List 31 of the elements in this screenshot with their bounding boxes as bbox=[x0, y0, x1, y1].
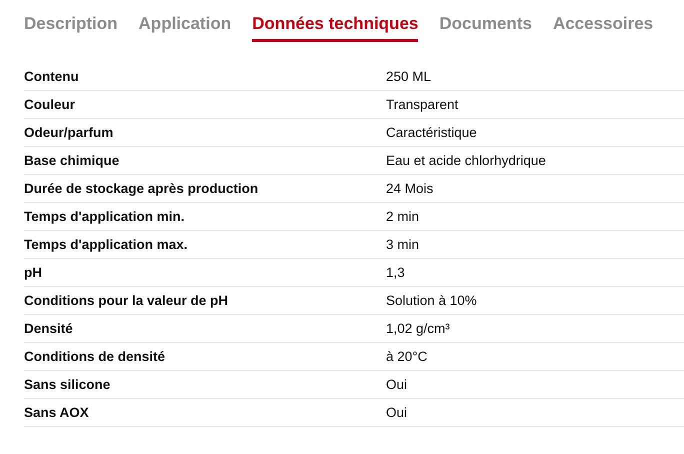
property-label: Temps d'application max. bbox=[24, 237, 188, 252]
property-value: 3 min bbox=[386, 237, 420, 252]
property-value: à 20°C bbox=[386, 349, 428, 364]
property-value: Transparent bbox=[386, 97, 458, 112]
property-value: Oui bbox=[386, 377, 408, 392]
tab[interactable]: Accessoires bbox=[552, 12, 654, 42]
property-value: Solution à 10% bbox=[386, 293, 477, 308]
property-label: Densité bbox=[24, 321, 74, 336]
property-label: Conditions pour la valeur de pH bbox=[24, 293, 230, 308]
tab[interactable]: Application bbox=[138, 12, 232, 42]
property-label: Base chimique bbox=[24, 153, 120, 168]
tab[interactable]: Documents bbox=[439, 12, 532, 42]
property-value: Eau et acide chlorhydrique bbox=[386, 153, 546, 168]
tab[interactable]: Données techniques bbox=[252, 12, 418, 42]
property-value: 1,02 g/cm³ bbox=[386, 321, 450, 336]
property-label: Sans AOX bbox=[24, 405, 90, 420]
property-label: Sans silicone bbox=[24, 377, 112, 392]
tab[interactable]: Description bbox=[24, 12, 118, 42]
property-value: 1,3 bbox=[386, 265, 405, 280]
property-label: Temps d'application min. bbox=[24, 209, 186, 224]
property-value: 2 min bbox=[386, 209, 420, 224]
property-label: Couleur bbox=[24, 97, 76, 112]
property-label: Odeur/parfum bbox=[24, 125, 114, 140]
property-label: Conditions de densité bbox=[24, 349, 166, 364]
property-value: Caractéristique bbox=[386, 125, 477, 140]
property-value: 250 ML bbox=[386, 69, 432, 84]
property-label: Contenu bbox=[24, 69, 80, 84]
property-value: Oui bbox=[386, 405, 408, 420]
property-label: Durée de stockage après production bbox=[24, 181, 260, 196]
property-value: 24 Mois bbox=[386, 181, 434, 196]
property-label: pH bbox=[24, 265, 43, 280]
